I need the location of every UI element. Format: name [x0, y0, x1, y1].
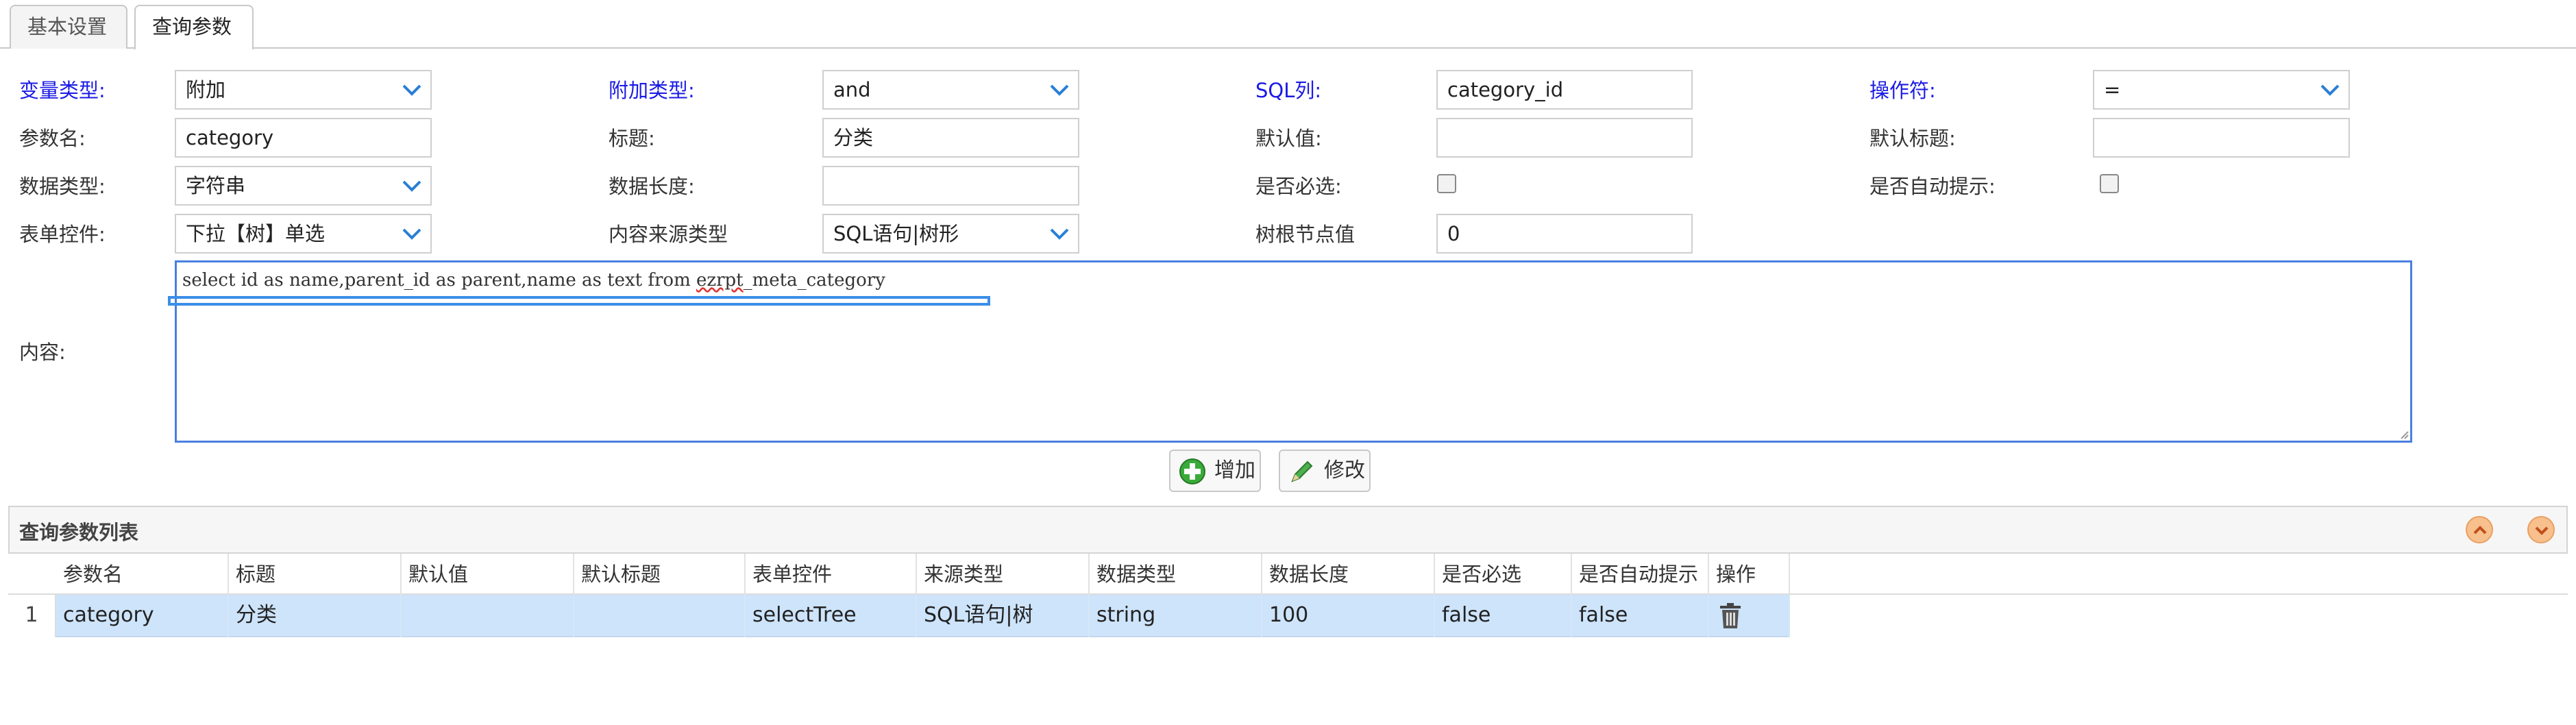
- title-input[interactable]: 分类: [822, 118, 1079, 158]
- grid-cell: SQL语句|树: [917, 595, 1090, 637]
- grid-cell: false: [1435, 595, 1572, 637]
- chevron-down-icon: [2320, 84, 2340, 96]
- edit-button-label: 修改: [1324, 458, 1365, 482]
- default-title-label: 默认标题:: [1869, 127, 1956, 150]
- grid-header-cell[interactable]: 操作: [1709, 554, 1790, 595]
- grid-header-cell[interactable]: 参数名: [56, 554, 229, 595]
- autocomplete-checkbox[interactable]: [2100, 174, 2119, 193]
- var-type-value: 附加: [186, 78, 226, 101]
- collapse-button[interactable]: [2466, 516, 2493, 543]
- grid-cell: 分类: [229, 595, 402, 637]
- grid-cell: string: [1090, 595, 1262, 637]
- source-type-label: 内容来源类型: [609, 223, 728, 246]
- trash-icon[interactable]: [1719, 602, 1742, 630]
- chevron-down-icon: [1050, 84, 1069, 96]
- plus-icon: [1179, 458, 1205, 484]
- expand-button[interactable]: [2527, 516, 2555, 543]
- grid-header-rownum: [8, 554, 56, 595]
- param-name-label: 参数名:: [19, 127, 86, 150]
- attach-type-value: and: [833, 78, 871, 101]
- grid-cell: 100: [1262, 595, 1435, 637]
- tree-root-label: 树根节点值: [1255, 223, 1356, 246]
- operator-value: =: [2104, 78, 2121, 101]
- grid-cell: category: [56, 595, 229, 637]
- grid-header-divider: [1790, 593, 2568, 595]
- default-value-label: 默认值:: [1255, 127, 1322, 150]
- chevron-up-icon: [2473, 526, 2487, 534]
- grid-cell: false: [1572, 595, 1709, 637]
- text-selection-highlight: [168, 296, 990, 306]
- add-button-label: 增加: [1214, 458, 1255, 482]
- data-length-label: 数据长度:: [609, 175, 695, 198]
- chevron-down-icon: [402, 84, 421, 96]
- data-type-select[interactable]: 字符串: [175, 166, 432, 206]
- form-control-select[interactable]: 下拉【树】单选: [175, 214, 432, 254]
- grid-cell: [574, 595, 746, 637]
- sql-col-input[interactable]: category_id: [1436, 70, 1693, 110]
- sql-content-text: select id as name,parent_id as parent,na…: [182, 270, 885, 291]
- resize-handle-icon[interactable]: [2399, 430, 2409, 439]
- required-label: 是否必选:: [1255, 175, 1342, 198]
- source-type-select[interactable]: SQL语句|树形: [822, 214, 1079, 254]
- tab-basic-settings[interactable]: 基本设置: [10, 5, 127, 49]
- data-type-label: 数据类型:: [19, 175, 106, 198]
- var-type-select[interactable]: 附加: [175, 70, 432, 110]
- data-length-input[interactable]: [822, 166, 1079, 206]
- chevron-down-icon: [2535, 526, 2549, 535]
- param-name-input[interactable]: category: [175, 118, 432, 158]
- row-number: 1: [8, 595, 56, 637]
- form-control-value: 下拉【树】单选: [186, 222, 326, 245]
- add-button[interactable]: 增加: [1169, 450, 1261, 492]
- sql-col-label: SQL列:: [1255, 79, 1322, 102]
- attach-type-select[interactable]: and: [822, 70, 1079, 110]
- default-title-input[interactable]: [2093, 118, 2350, 158]
- edit-button[interactable]: 修改: [1279, 450, 1371, 492]
- grid-header-cell[interactable]: 默认值: [402, 554, 574, 595]
- pencil-icon: [1291, 460, 1313, 482]
- content-label: 内容:: [19, 341, 66, 364]
- grid-header-cell[interactable]: 数据类型: [1090, 554, 1262, 595]
- grid-header-cell[interactable]: 是否自动提示: [1572, 554, 1709, 595]
- grid-cell: selectTree: [746, 595, 917, 637]
- autocomplete-label: 是否自动提示:: [1869, 175, 1996, 198]
- grid-header-cell[interactable]: 表单控件: [746, 554, 917, 595]
- table-row[interactable]: category 分类 selectTree SQL语句|树 string 10…: [56, 595, 1790, 637]
- grid-header-cell[interactable]: 默认标题: [574, 554, 746, 595]
- title-label: 标题:: [609, 127, 655, 150]
- chevron-down-icon: [402, 180, 421, 192]
- tab-query-params[interactable]: 查询参数: [134, 5, 254, 50]
- attach-type-label: 附加类型:: [609, 79, 695, 102]
- chevron-down-icon: [402, 228, 421, 240]
- data-type-value: 字符串: [186, 174, 246, 197]
- var-type-label: 变量类型:: [19, 79, 106, 102]
- operator-select[interactable]: =: [2093, 70, 2350, 110]
- grid-header-row: 参数名 标题 默认值 默认标题 表单控件 来源类型 数据类型 数据长度 是否必选…: [8, 554, 1790, 595]
- content-textarea[interactable]: select id as name,parent_id as parent,na…: [175, 260, 2412, 443]
- source-type-value: SQL语句|树形: [833, 222, 959, 245]
- grid-header-cell[interactable]: 数据长度: [1262, 554, 1435, 595]
- required-checkbox[interactable]: [1437, 174, 1456, 193]
- form-control-label: 表单控件:: [19, 223, 106, 246]
- grid-panel-title: 查询参数列表: [19, 521, 139, 544]
- grid-cell-actions: [1709, 595, 1790, 637]
- default-value-input[interactable]: [1436, 118, 1693, 158]
- grid-header-cell[interactable]: 标题: [229, 554, 402, 595]
- chevron-down-icon: [1050, 228, 1069, 240]
- tab-bar: 基本设置 查询参数: [0, 0, 2576, 50]
- tree-root-input[interactable]: 0: [1436, 214, 1693, 254]
- grid-cell: [402, 595, 574, 637]
- grid-header-cell[interactable]: 来源类型: [917, 554, 1090, 595]
- grid-header-cell[interactable]: 是否必选: [1435, 554, 1572, 595]
- operator-label: 操作符:: [1869, 79, 1936, 102]
- grid-panel-header: 查询参数列表: [8, 506, 2568, 554]
